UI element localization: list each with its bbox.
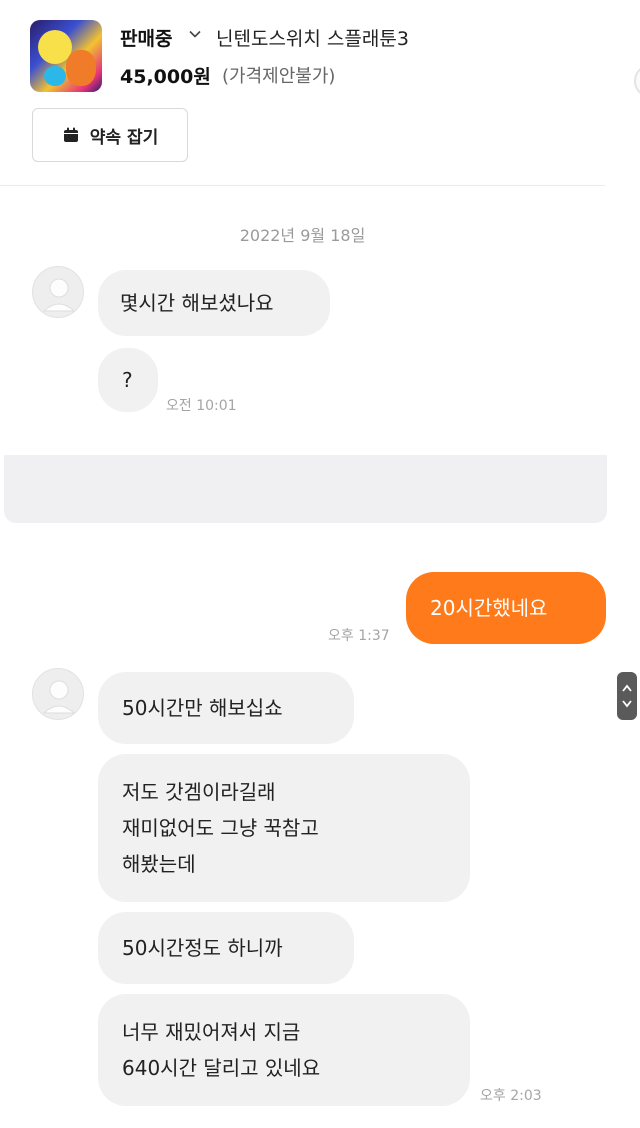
message-text: ? [122,368,133,392]
message-text-line: 저도 갓겜이라길래 [122,780,276,804]
sale-status[interactable]: 판매중 [120,24,172,51]
side-button[interactable] [634,64,640,98]
message-time: 오전 10:01 [166,398,237,414]
product-price: 45,000원 [120,66,211,88]
message-text-line: 너무 재밌어져서 지금 [122,1020,301,1044]
product-thumbnail[interactable] [30,20,102,92]
message-text: 50시간만 해보십쇼 [122,696,283,720]
message-bubble: 저도 갓겜이라길래 재미없어도 그냥 꾹참고 해봤는데 [98,754,470,902]
message-time: 오후 1:37 [328,628,390,644]
message-text: 50시간정도 하니까 [122,936,283,960]
message-bubble: 50시간정도 하니까 [98,912,354,984]
appointment-button-label: 약속 잡기 [89,127,159,148]
message-gap [4,455,607,523]
message-bubble: 너무 재밌어져서 지금 640시간 달리고 있네요 [98,994,470,1106]
listing-header: 판매중 닌텐도스위치 스플래툰3 45,000원 (가격제안불가) 약속 잡기 [0,0,605,186]
avatar[interactable] [32,668,84,720]
message-bubble: 50시간만 해보십쇼 [98,672,354,744]
price-note: (가격제안불가) [222,66,336,87]
calendar-icon [63,127,78,142]
my-message-bubble: 20시간했네요 [406,572,606,644]
date-separator: 2022년 9월 18일 [239,226,366,245]
message-text-line: 해봤는데 [122,852,196,876]
message-text: 20시간했네요 [430,596,548,620]
message-time: 오후 2:03 [480,1088,542,1104]
message-bubble: 몇시간 해보셨나요 [98,270,330,336]
message-text: 몇시간 해보셨나요 [120,291,274,315]
product-title[interactable]: 닌텐도스위치 스플래툰3 [216,24,409,51]
message-text-line: 640시간 달리고 있네요 [122,1056,321,1080]
message-text-line: 재미없어도 그냥 꾹참고 [122,816,319,840]
avatar[interactable] [32,266,84,318]
scroll-arrows-icon[interactable] [617,672,637,720]
make-appointment-button[interactable]: 약속 잡기 [32,108,188,162]
message-bubble: ? [98,348,158,412]
chevron-down-icon[interactable] [188,27,202,41]
